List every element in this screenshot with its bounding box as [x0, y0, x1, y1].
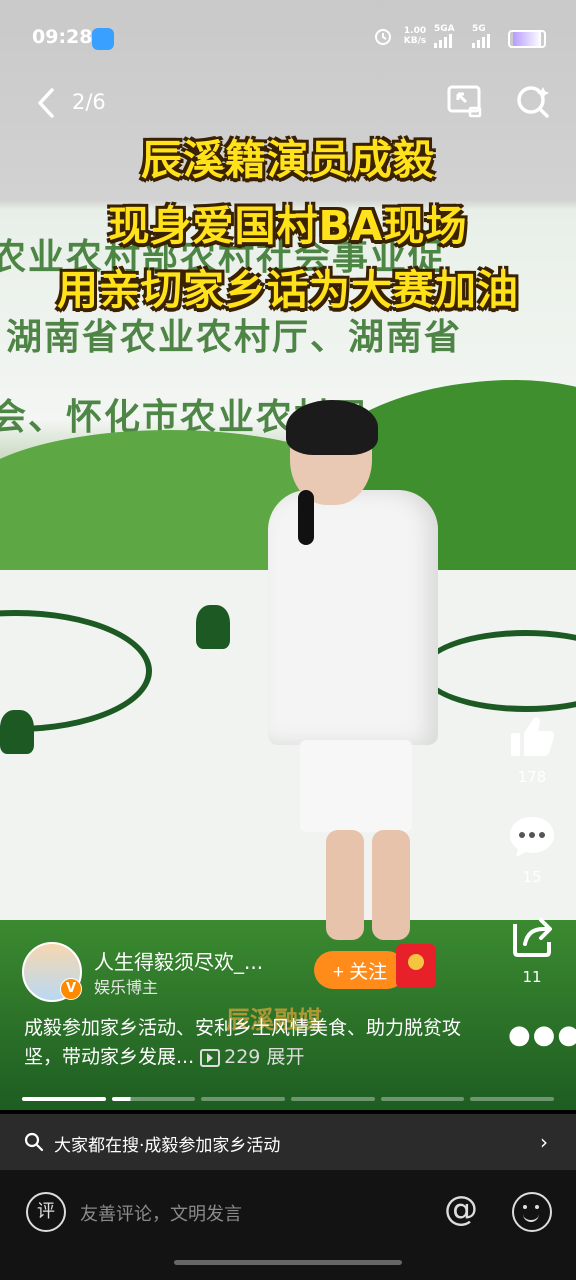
expand-link[interactable]: 展开 [266, 1046, 304, 1068]
comment-count: 15 [522, 868, 542, 886]
author-name[interactable]: 人生得毅须尽欢_... [94, 946, 263, 975]
status-bar: 09:28 1.00 KB/s 5GA 5G [0, 0, 576, 76]
person-jacket [268, 490, 438, 745]
play-count-icon [200, 1048, 221, 1067]
headline-line-2: 现身爱国村BA现场 [108, 202, 468, 250]
net-speed-value: 1.00 [403, 26, 427, 36]
back-button[interactable] [30, 86, 64, 120]
chevron-left-icon [38, 88, 54, 118]
author-role: 娱乐博主 [94, 978, 159, 997]
screen-cast-icon [447, 85, 482, 118]
chevron-right-icon: › [540, 1130, 548, 1154]
person-hair [286, 400, 378, 455]
status-time: 09:28 [32, 26, 93, 48]
net-speed: 1.00 KB/s [402, 24, 428, 48]
headline-line-3: 用亲切家乡话为大赛加油 [57, 266, 519, 314]
image-progress-bar [22, 1097, 555, 1101]
progress-segment [470, 1097, 555, 1101]
red-packet-icon[interactable] [396, 944, 436, 988]
progress-segment [22, 1097, 106, 1101]
progress-segment [291, 1097, 375, 1101]
person-leg [326, 830, 364, 940]
like-count: 178 [517, 768, 547, 786]
share-count: 11 [522, 968, 542, 986]
comment-compose-icon[interactable]: 评 [26, 1192, 66, 1232]
signal-label: 5G [472, 24, 486, 34]
person-shorts [300, 740, 412, 832]
at-mention-icon[interactable]: @ [442, 1190, 480, 1228]
headline-line-1: 辰溪籍演员成毅 [141, 136, 435, 184]
alarm-icon [372, 24, 394, 48]
cast-screen-button[interactable] [446, 82, 484, 120]
court-line [420, 630, 576, 712]
share-icon [513, 918, 552, 957]
signal-5ga-icon: 5GA [434, 24, 466, 48]
search-icon [24, 1132, 44, 1152]
net-speed-unit: KB/s [403, 36, 427, 46]
thumbs-up-icon [511, 717, 555, 756]
search-icon [517, 86, 549, 118]
share-button[interactable]: 11 [504, 914, 560, 986]
home-indicator [174, 1260, 402, 1265]
progress-segment [201, 1097, 286, 1101]
post-description[interactable]: 成毅参加家乡活动、安利乡土风情美食、助力脱贫攻坚，带动家乡发展... 229 展开 [24, 1014, 464, 1072]
more-options-button[interactable]: ●●● [508, 1020, 576, 1050]
microphone [298, 490, 314, 545]
progress-segment [380, 1097, 465, 1101]
search-suggestion-text[interactable]: 大家都在搜·成毅参加家乡活动 [54, 1131, 280, 1156]
follow-button[interactable]: + 关注 [314, 951, 406, 989]
view-count: 229 [224, 1046, 261, 1068]
comment-button[interactable]: 15 [504, 814, 560, 886]
app-notification-icon [92, 28, 114, 50]
person-leg [372, 830, 410, 940]
signal-label: 5GA [434, 24, 455, 34]
runner-silhouette [196, 605, 230, 649]
comment-bubble-icon [510, 817, 554, 857]
verified-badge-icon: V [60, 978, 82, 1000]
signal-5g-icon: 5G [472, 24, 502, 48]
page-indicator: 2/6 [72, 90, 106, 114]
runner-silhouette [0, 710, 34, 754]
search-button[interactable] [514, 82, 552, 120]
progress-segment [111, 1097, 196, 1101]
like-button[interactable]: 178 [504, 714, 560, 786]
battery-icon [508, 30, 546, 48]
comment-input[interactable]: 友善评论，文明发言 [80, 1200, 242, 1226]
emoji-icon[interactable] [512, 1192, 552, 1232]
